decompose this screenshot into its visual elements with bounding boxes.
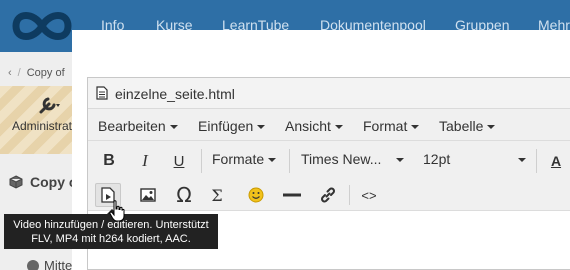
- chevron-down-icon: [334, 125, 343, 130]
- smiley-icon: [248, 187, 264, 203]
- menu-label: Tabelle: [439, 118, 484, 134]
- chevron-down-icon: [268, 158, 277, 163]
- font-size-dropdown[interactable]: 12pt: [423, 151, 526, 167]
- menu-bearbeiten[interactable]: Bearbeiten: [98, 118, 178, 134]
- chevron-down-icon: [411, 125, 420, 130]
- menu-einfuegen[interactable]: Einfügen: [198, 118, 266, 134]
- special-character-button[interactable]: Ω: [171, 183, 197, 207]
- font-size-value: 12pt: [423, 151, 451, 167]
- chevron-down-icon: [169, 125, 178, 130]
- toolbar-divider: [536, 149, 537, 173]
- source-code-button[interactable]: <>: [356, 183, 382, 207]
- editor-file-title: einzelne_seite.html: [115, 86, 235, 102]
- chevron-down-icon: [396, 158, 404, 162]
- toolbar-divider: [349, 185, 350, 205]
- chevron-down-icon: [487, 125, 496, 130]
- chevron-down-icon: [518, 158, 526, 162]
- image-icon: [140, 188, 156, 202]
- chevron-left-icon[interactable]: ‹: [8, 67, 12, 79]
- breadcrumb[interactable]: ‹ / Copy of: [8, 67, 65, 79]
- text-color-button[interactable]: A: [548, 150, 564, 172]
- breadcrumb-item[interactable]: Copy of: [27, 67, 65, 79]
- menu-label: Ansicht: [285, 118, 331, 134]
- font-family-value: Times New...: [301, 151, 382, 167]
- formats-dropdown[interactable]: Formate: [212, 151, 277, 167]
- menu-ansicht[interactable]: Ansicht: [285, 118, 343, 134]
- menu-tabelle[interactable]: Tabelle: [439, 118, 496, 134]
- horizontal-rule-button[interactable]: [279, 183, 305, 207]
- emoticon-button[interactable]: [243, 183, 269, 207]
- horizontal-rule-icon: [283, 193, 301, 197]
- info-label: Mitte: [44, 258, 73, 270]
- cube-icon: [9, 175, 23, 189]
- editor-menubar: Bearbeiten Einfügen Ansicht Format Tabel…: [88, 109, 570, 141]
- toolbar-divider: [289, 149, 290, 173]
- chevron-down-icon: [257, 125, 266, 130]
- insert-image-button[interactable]: [135, 183, 161, 207]
- menu-label: Format: [363, 118, 408, 134]
- menu-label: Einfügen: [198, 118, 254, 134]
- underline-button[interactable]: U: [168, 150, 190, 172]
- bold-button[interactable]: B: [98, 150, 120, 172]
- menu-format[interactable]: Format: [363, 118, 420, 134]
- document-icon: [96, 86, 108, 100]
- toolbar-divider: [201, 149, 202, 173]
- logo-icon[interactable]: [10, 7, 74, 45]
- tooltip-line: FLV, MP4 mit h264 kodiert, AAC.: [31, 233, 191, 245]
- math-formula-button[interactable]: Σ: [204, 183, 230, 207]
- link-icon: [321, 187, 335, 203]
- course-title: Copy o: [30, 174, 78, 190]
- breadcrumb-separator: /: [17, 67, 21, 79]
- formats-label: Formate: [212, 151, 265, 167]
- menu-label: Bearbeiten: [98, 118, 166, 134]
- italic-button[interactable]: I: [134, 150, 156, 172]
- insert-link-button[interactable]: [315, 183, 341, 207]
- editor-title-bar: einzelne_seite.html: [88, 78, 570, 109]
- font-family-dropdown[interactable]: Times New...: [301, 151, 404, 167]
- info-icon: [27, 260, 39, 270]
- cursor-hand-icon: [109, 200, 125, 222]
- editor-toolbar: B I U Formate Times New... 12pt A Ω Σ <>: [88, 141, 570, 211]
- wrench-icon[interactable]: [38, 95, 60, 115]
